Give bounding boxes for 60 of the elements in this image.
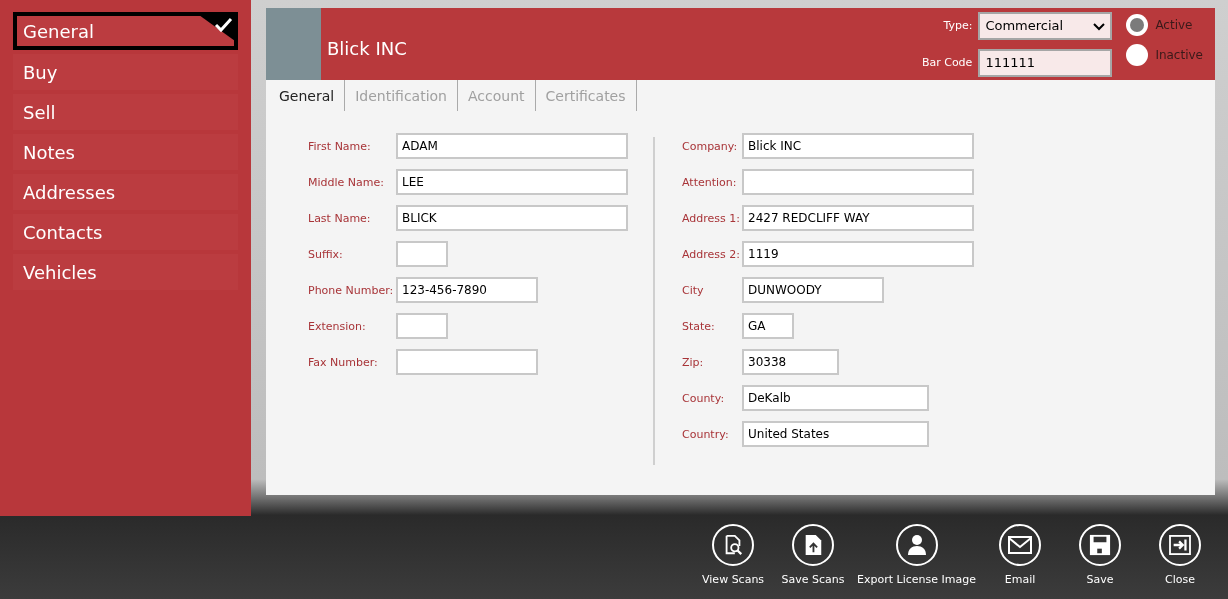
radio-label: Active (1155, 17, 1193, 32)
company-title: Blick INC (327, 37, 407, 59)
input-field[interactable] (742, 169, 974, 195)
tab[interactable]: General (269, 80, 346, 111)
type-dropdown[interactable]: Commercial (978, 11, 1113, 40)
type-label: Type: (942, 19, 973, 32)
field-label: Company: (682, 139, 739, 153)
sidebar-item[interactable]: Vehicles (13, 254, 238, 290)
field-label: County: (682, 391, 726, 405)
sidebar-item[interactable]: Notes (13, 134, 238, 170)
field-label: Middle Name: (308, 175, 385, 189)
input-field[interactable]: Blick INC (742, 133, 974, 159)
field-label: Phone Number: (308, 283, 395, 297)
toolbar-button[interactable]: Save (1064, 516, 1136, 599)
field-label: Last Name: (308, 211, 372, 225)
input-field[interactable]: LEE (396, 169, 628, 195)
input-field[interactable]: ADAM (396, 133, 628, 159)
toolbar-button[interactable]: Close (1144, 516, 1216, 599)
sidebar-item[interactable]: Sell (13, 94, 238, 130)
radio-button[interactable] (1126, 43, 1149, 66)
input-field[interactable]: BLICK (396, 205, 628, 231)
input-field[interactable]: DeKalb (742, 385, 929, 411)
input-field[interactable]: United States (742, 421, 929, 447)
toolbar-button[interactable]: Export License Image (857, 516, 976, 599)
field-label: Country: (682, 427, 730, 441)
sidebar-item[interactable]: Buy (13, 54, 238, 90)
field-label: City (682, 283, 705, 297)
input-field[interactable]: 123-456-7890 (396, 277, 538, 303)
field-label: Fax Number: (308, 355, 379, 369)
sidebar-item[interactable]: General (13, 12, 238, 50)
toolbar-button[interactable]: View Scans (697, 516, 770, 599)
photo-placeholder (266, 8, 321, 80)
barcode-field[interactable]: 111111 (978, 48, 1113, 77)
field-label: First Name: (308, 139, 372, 153)
input-field[interactable]: GA (742, 313, 794, 339)
radio-label: Inactive (1155, 47, 1203, 62)
barcode-label: Bar Code (921, 56, 973, 69)
field-label: State: (682, 319, 716, 333)
toolbar-button[interactable]: Email (984, 516, 1056, 599)
caret-icon (1093, 22, 1106, 31)
input-field[interactable] (396, 313, 448, 339)
field-label: Attention: (682, 175, 738, 189)
input-field[interactable] (396, 349, 538, 375)
field-label: Address 1: (682, 211, 741, 225)
input-field[interactable] (396, 241, 448, 267)
input-field[interactable]: 30338 (742, 349, 839, 375)
input-field[interactable]: 1119 (742, 241, 974, 267)
field-label: Suffix: (308, 247, 344, 261)
sidebar-item[interactable]: Addresses (13, 174, 238, 210)
field-label: Extension: (308, 319, 367, 333)
radio-button[interactable] (1126, 13, 1149, 36)
input-field[interactable]: 2427 REDCLIFF WAY (742, 205, 974, 231)
checkmark-icon (199, 15, 235, 41)
field-label: Address 2: (682, 247, 741, 261)
envelope-icon (1008, 536, 1032, 554)
sidebar-item[interactable]: Contacts (13, 214, 238, 250)
exit-icon (1169, 535, 1191, 555)
field-label: Zip: (682, 355, 705, 369)
input-field[interactable]: DUNWOODY (742, 277, 884, 303)
toolbar-button[interactable]: Save Scans (777, 516, 850, 599)
